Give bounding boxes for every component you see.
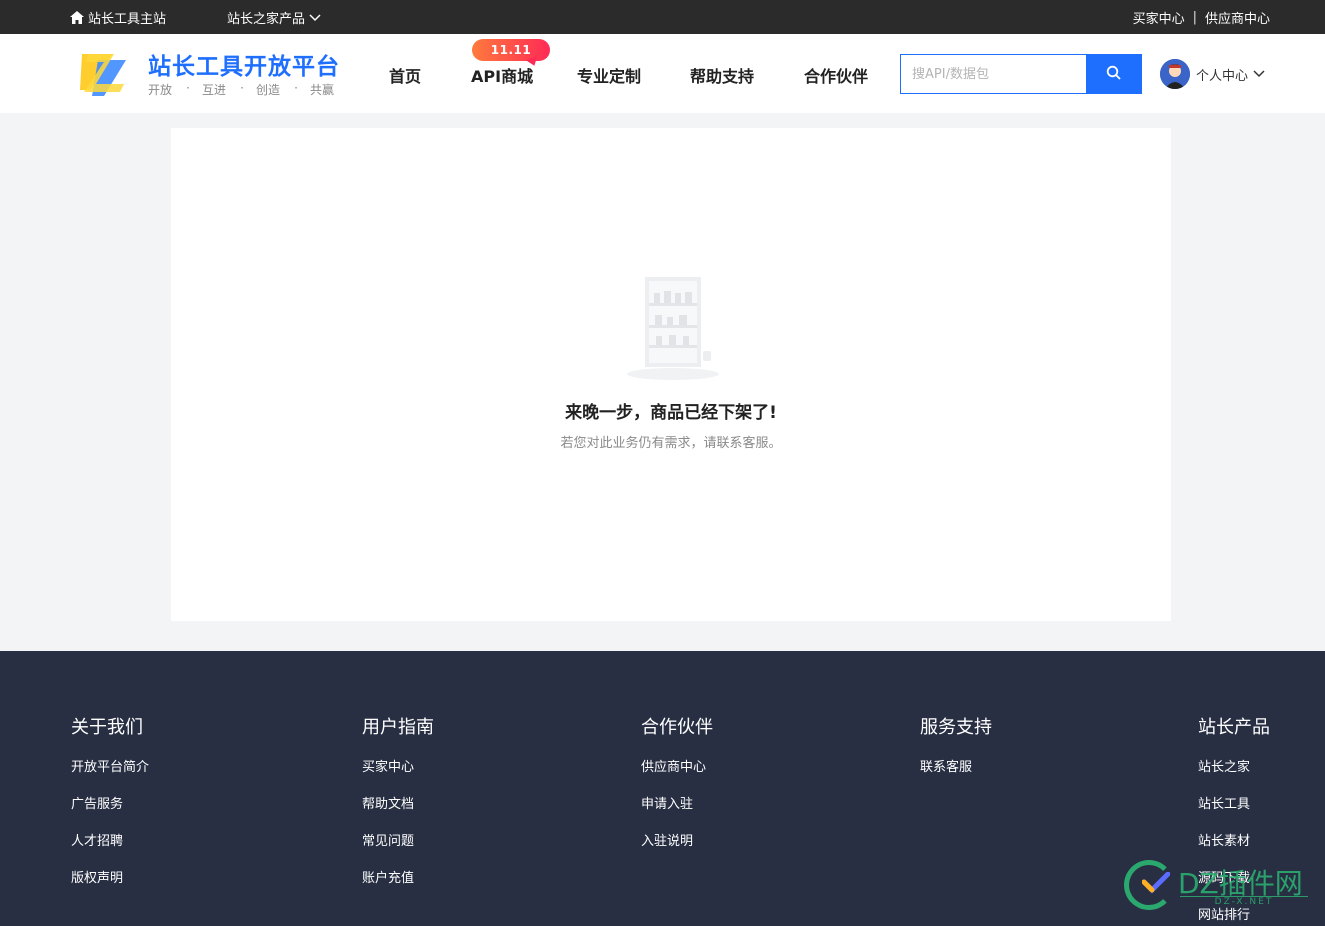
promo-badge: 11.11 — [472, 39, 550, 61]
slogan-word: 互进 — [202, 83, 227, 97]
slogan-dot: · — [186, 81, 190, 95]
footer-link[interactable]: 账户充值 — [362, 870, 434, 887]
footer-link[interactable]: 联系客服 — [920, 759, 992, 776]
content-card: 来晚一步，商品已经下架了! 若您对此业务仍有需求，请联系客服。 — [171, 128, 1171, 621]
footer-link[interactable]: 买家中心 — [362, 759, 434, 776]
footer-col-partners: 合作伙伴 供应商中心 申请入驻 入驻说明 — [641, 713, 713, 870]
footer-col-title: 合作伙伴 — [641, 717, 713, 738]
user-avatar-icon[interactable] — [1160, 59, 1190, 89]
footer-link[interactable]: 广告服务 — [71, 796, 149, 813]
slogan-dot: · — [294, 81, 298, 95]
chevron-down-icon — [1253, 67, 1265, 82]
logo-slogan: 开放 · 互进 · 创造 · 共赢 — [148, 81, 336, 98]
logo-title[interactable]: 站长工具开放平台 — [148, 47, 340, 81]
nav-help[interactable]: 帮助支持 — [690, 63, 754, 87]
footer-link[interactable]: 帮助文档 — [362, 796, 434, 813]
footer-link[interactable]: 版权声明 — [71, 870, 149, 887]
empty-subtitle: 若您对此业务仍有需求，请联系客服。 — [560, 436, 782, 451]
search-icon — [1106, 65, 1122, 84]
footer-col-title: 站长产品 — [1198, 717, 1270, 738]
watermark: DZ插件网 DZ-X.NET — [1122, 858, 1312, 914]
footer-link[interactable]: 人才招聘 — [71, 833, 149, 850]
supplier-center-link[interactable]: 供应商中心 — [1205, 8, 1270, 27]
footer-link[interactable]: 开放平台简介 — [71, 759, 149, 776]
nav-custom[interactable]: 专业定制 — [577, 63, 641, 87]
footer-col-support: 服务支持 联系客服 — [920, 713, 992, 796]
products-dropdown[interactable]: 站长之家产品 — [227, 8, 321, 27]
nav-partners[interactable]: 合作伙伴 — [804, 63, 868, 87]
nav-api-mall[interactable]: API商城 — [471, 63, 533, 87]
user-center-dropdown[interactable]: 个人中心 — [1196, 65, 1265, 84]
user-center-label: 个人中心 — [1196, 69, 1249, 84]
footer-col-title: 服务支持 — [920, 717, 992, 738]
footer-link[interactable]: 供应商中心 — [641, 759, 713, 776]
footer-link[interactable]: 申请入驻 — [641, 796, 713, 813]
slogan-word: 创造 — [256, 83, 281, 97]
empty-shelf-icon — [623, 273, 723, 383]
slogan-dot: · — [240, 81, 244, 95]
footer-col-title: 用户指南 — [362, 717, 434, 738]
products-label: 站长之家产品 — [227, 12, 306, 27]
footer-link[interactable]: 站长素材 — [1198, 833, 1270, 850]
footer-link[interactable]: 入驻说明 — [641, 833, 713, 850]
footer-col-title: 关于我们 — [71, 717, 143, 738]
footer-col-guide: 用户指南 买家中心 帮助文档 常见问题 账户充值 — [362, 713, 434, 907]
watermark-subtext: DZ-X.NET — [1180, 896, 1308, 907]
logo-icon[interactable] — [76, 46, 132, 102]
slogan-word: 共赢 — [310, 83, 335, 97]
buyer-center-link[interactable]: 买家中心 — [1133, 8, 1185, 27]
footer-link[interactable]: 常见问题 — [362, 833, 434, 850]
main-site-label: 站长工具主站 — [88, 12, 167, 27]
separator: | — [1192, 10, 1197, 25]
chevron-down-icon — [309, 13, 321, 22]
search-input[interactable] — [900, 54, 1087, 94]
nav-home[interactable]: 首页 — [389, 63, 421, 87]
footer-link[interactable]: 站长之家 — [1198, 759, 1270, 776]
main-site-link[interactable]: 站长工具主站 — [70, 8, 166, 27]
footer-col-about: 关于我们 开放平台简介 广告服务 人才招聘 版权声明 — [71, 713, 149, 907]
site-header: 站长工具开放平台 开放 · 互进 · 创造 · 共赢 首页 API商城 11.1… — [0, 34, 1325, 113]
empty-title: 来晚一步，商品已经下架了! — [565, 403, 777, 423]
slogan-word: 开放 — [148, 83, 173, 97]
search-button[interactable] — [1086, 54, 1142, 94]
top-bar: 站长工具主站 站长之家产品 买家中心 | 供应商中心 — [0, 0, 1325, 34]
watermark-check-icon — [1141, 871, 1171, 894]
footer-link[interactable]: 站长工具 — [1198, 796, 1270, 813]
home-icon — [70, 11, 84, 24]
